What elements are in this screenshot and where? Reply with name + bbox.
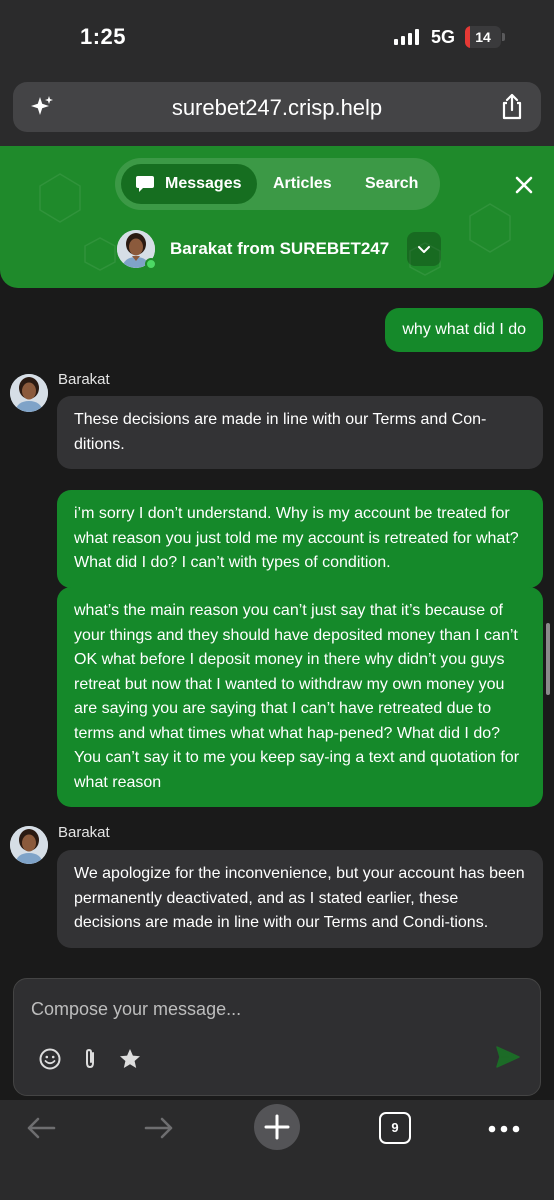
user-message: what’s the main reason you can’t just sa… xyxy=(57,587,543,807)
new-tab-button[interactable] xyxy=(254,1104,300,1150)
new-tab-plus-icon xyxy=(264,1114,290,1140)
chat-header: Messages Articles Search Barakat from SU… xyxy=(0,146,554,288)
tab-messages[interactable]: Messages xyxy=(121,164,257,204)
tabs-icon[interactable]: 9 xyxy=(379,1112,411,1144)
message-composer: Compose your message... xyxy=(13,978,541,1096)
url-text[interactable]: surebet247.crisp.help xyxy=(13,95,541,121)
online-status-dot xyxy=(145,258,157,270)
battery-icon: 14 xyxy=(465,26,505,48)
browser-toolbar: surebet247.crisp.help xyxy=(0,72,554,146)
tab-messages-label: Messages xyxy=(165,175,242,192)
tab-bar: Messages Articles Search xyxy=(115,158,440,210)
user-message: i’m sorry I don’t understand. Why is my … xyxy=(57,490,543,588)
tab-search[interactable]: Search xyxy=(365,164,418,204)
operator-name: Barakat from SUREBET247 xyxy=(170,239,390,258)
operator-avatar xyxy=(10,826,48,864)
chevron-down-icon xyxy=(418,246,430,253)
network-type: 5G xyxy=(431,27,456,47)
operator-message: These decisions are made in line with ou… xyxy=(57,396,543,469)
chat-bubble-icon xyxy=(136,176,154,192)
send-icon[interactable] xyxy=(494,1043,522,1071)
attachment-icon[interactable] xyxy=(78,1047,102,1071)
message-sender: Barakat xyxy=(58,824,110,841)
address-bar[interactable]: surebet247.crisp.help xyxy=(13,82,541,132)
operator-avatar xyxy=(10,374,48,412)
scrollbar[interactable] xyxy=(546,623,550,695)
back-arrow-icon[interactable] xyxy=(24,1114,58,1142)
browser-bottom-nav: 9 xyxy=(0,1100,554,1200)
status-bar: 1:25 5G 14 xyxy=(0,0,554,72)
star-icon[interactable] xyxy=(118,1047,142,1071)
close-icon[interactable] xyxy=(514,175,534,195)
operator-message: We apologize for the inconvenience, but … xyxy=(57,850,543,948)
message-list[interactable]: why what did I do Barakat These decision… xyxy=(0,288,554,978)
compose-input[interactable]: Compose your message... xyxy=(31,999,241,1020)
battery-percent: 14 xyxy=(475,29,491,45)
signal-strength-icon xyxy=(394,29,419,45)
more-icon[interactable] xyxy=(487,1124,521,1134)
user-message: why what did I do xyxy=(385,308,543,352)
message-sender: Barakat xyxy=(58,371,110,388)
emoji-icon[interactable] xyxy=(38,1047,62,1071)
forward-arrow-icon[interactable] xyxy=(142,1114,176,1142)
status-time: 1:25 xyxy=(80,24,127,49)
tab-articles[interactable]: Articles xyxy=(273,164,332,204)
operator-toggle[interactable] xyxy=(407,232,441,266)
share-icon[interactable] xyxy=(499,93,525,121)
